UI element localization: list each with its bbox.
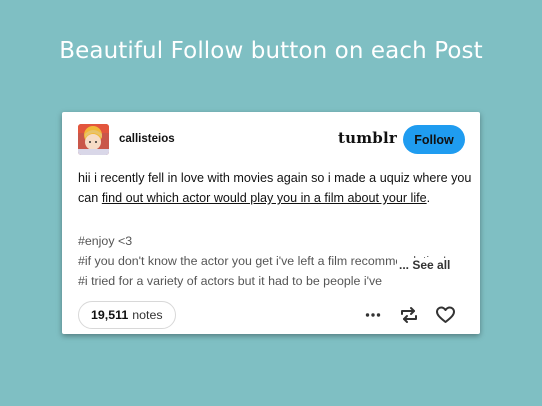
reblog-icon[interactable] [398,304,420,326]
notes-label: notes [132,308,163,322]
post-actions [362,304,462,326]
notes-count: 19,511 [91,308,129,322]
avatar[interactable] [78,124,109,155]
see-all-link[interactable]: ... See all [397,258,451,272]
headline: Beautiful Follow button on each Post [59,38,483,64]
post-card: callisteios tumblr Follow hii i recently… [62,112,480,334]
tag-item[interactable]: #i tried for a variety of actors but it … [78,271,396,291]
username[interactable]: callisteios [119,133,175,145]
post-body-suffix: . [426,191,431,205]
tag-item[interactable]: #enjoy <3 [78,231,473,251]
more-icon[interactable] [362,304,384,326]
tumblr-logo: tumblr [338,129,397,147]
post-body-link[interactable]: find out which actor would play you in a… [102,191,427,205]
follow-button[interactable]: Follow [403,125,465,154]
notes-button[interactable]: 19,511 notes [78,301,176,329]
post-body: hii i recently fell in love with movies … [78,168,473,208]
like-icon[interactable] [434,304,456,326]
